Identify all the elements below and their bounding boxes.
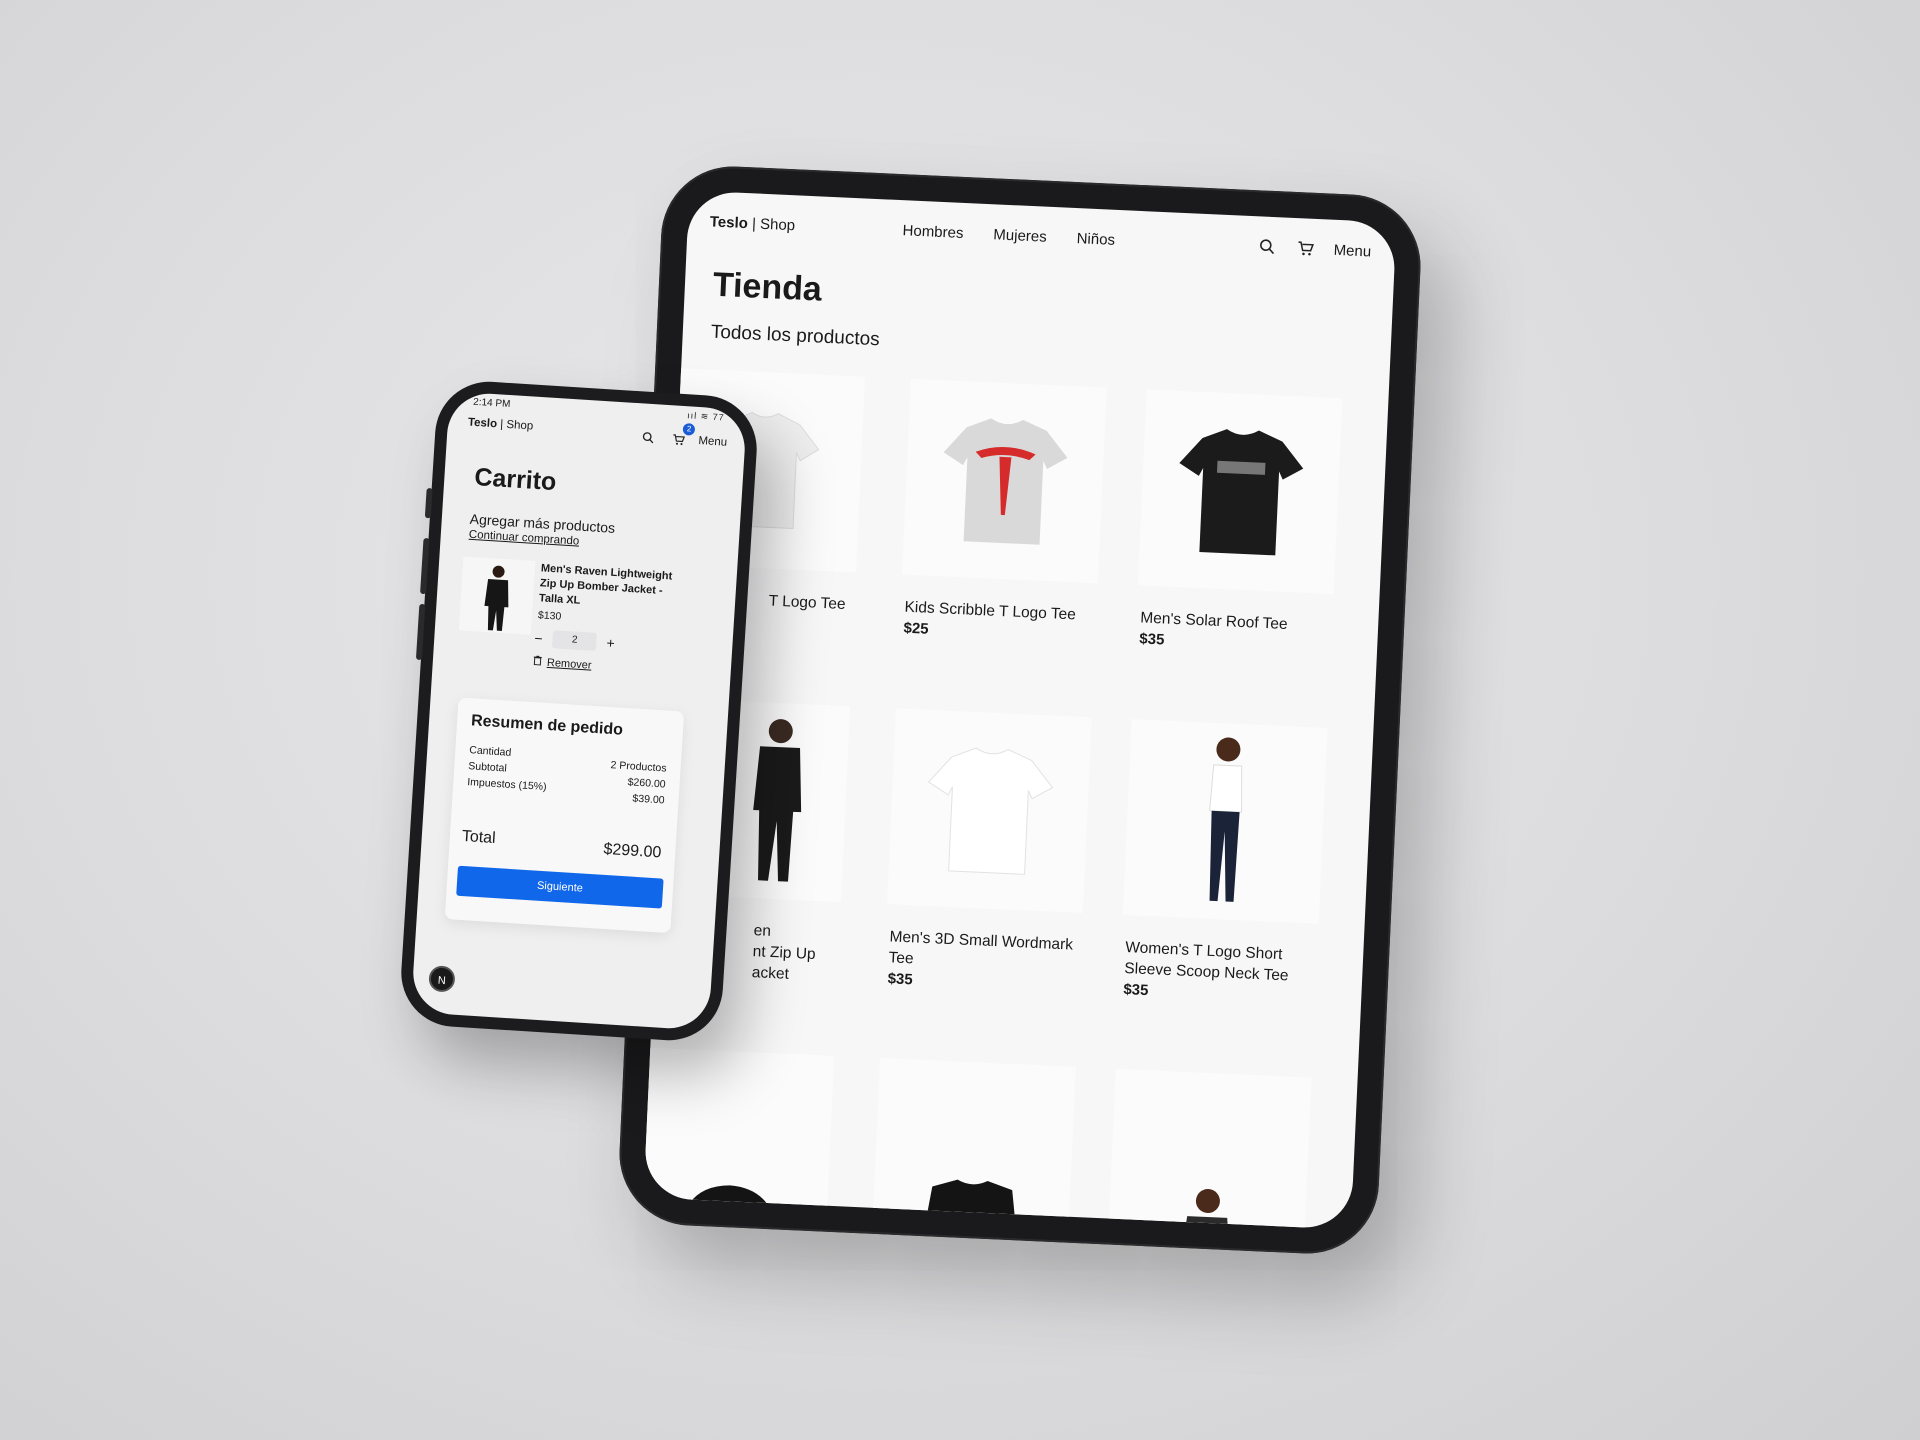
brand-suffix: | Shop — [747, 215, 796, 235]
product-name[interactable]: Men's 3D Small Wordmark Tee — [884, 926, 1082, 977]
svg-text:CYBRTRK: CYBRTRK — [948, 1215, 999, 1229]
product-image[interactable] — [887, 708, 1092, 914]
increase-quantity-button[interactable]: + — [606, 635, 615, 651]
product-image[interactable] — [1122, 719, 1328, 924]
tablet-screen: Teslo | Shop Hombres Mujeres Niños Menu … — [643, 190, 1397, 1230]
header-actions: Menu — [1257, 236, 1372, 261]
total-value: $299.00 — [602, 840, 662, 862]
menu-button[interactable]: Menu — [1333, 241, 1371, 260]
decrease-quantity-button[interactable]: − — [534, 630, 543, 646]
brand-suffix: | Shop — [496, 418, 534, 433]
product-image[interactable] — [902, 378, 1107, 584]
product-name[interactable]: Women's T Logo Short Sleeve Scoop Neck T… — [1120, 937, 1318, 988]
cart-icon[interactable]: 2 — [668, 422, 696, 450]
search-icon[interactable] — [638, 427, 659, 448]
search-icon[interactable] — [1257, 236, 1278, 257]
remove-item-link[interactable]: Remover — [547, 656, 592, 671]
page-subtitle: Todos los productos — [710, 321, 881, 351]
brand-name: Teslo — [709, 213, 749, 233]
cart-item-price: $130 — [537, 609, 562, 623]
menu-button[interactable]: Menu — [698, 435, 727, 449]
product-image[interactable] — [643, 1047, 835, 1230]
product-card[interactable]: Kids Scribble T Logo Tee $25 — [899, 378, 1107, 646]
cart-item-name[interactable]: Men's Raven Lightweight Zip Up Bomber Ja… — [538, 561, 691, 615]
product-image[interactable]: CYBRTRK — [871, 1058, 1076, 1230]
page-title: Tienda — [712, 265, 823, 309]
product-image[interactable] — [1137, 389, 1343, 595]
quantity-field[interactable]: 2 — [552, 630, 598, 651]
phone-volume-down — [415, 603, 426, 661]
summary-total: Total $299.00 — [461, 828, 662, 863]
nextjs-dev-badge[interactable]: N — [428, 965, 456, 993]
product-grid: T Logo Tee Kids Scribble T Logo Tee $25 … — [643, 367, 1388, 1230]
product-card[interactable]: Men's 3D Small Wordmark Tee $35 — [883, 708, 1092, 996]
phone-device: 2:14 PM ııl ≋ 77 Teslo | Shop 2 Menu Car… — [398, 378, 760, 1044]
status-indicators: ııl ≋ 77 — [686, 410, 726, 423]
brand-name: Teslo — [467, 416, 498, 431]
brand-logo[interactable]: Teslo | Shop — [468, 416, 534, 432]
main-nav: Hombres Mujeres Niños — [902, 222, 1115, 249]
product-card[interactable]: CYBRTRK — [871, 1058, 1076, 1230]
nav-hombres[interactable]: Hombres — [902, 222, 964, 242]
remove-item: Remover — [533, 655, 592, 672]
phone-screen: 2:14 PM ııl ≋ 77 Teslo | Shop 2 Menu Car… — [410, 391, 748, 1031]
brand-logo[interactable]: Teslo | Shop — [709, 213, 795, 234]
nav-ninos[interactable]: Niños — [1076, 230, 1115, 249]
header-actions: 2 Menu — [638, 422, 728, 453]
status-time: 2:14 PM — [472, 396, 511, 411]
cart-icon[interactable] — [1295, 238, 1316, 259]
cart-count-badge: 2 — [682, 422, 696, 436]
summary-title: Resumen de pedido — [470, 712, 624, 739]
nav-mujeres[interactable]: Mujeres — [993, 226, 1047, 245]
cart-item-image[interactable] — [458, 556, 536, 635]
order-summary: Resumen de pedido Cantidad 2 Productos S… — [444, 697, 685, 934]
total-label: Total — [461, 827, 497, 847]
product-card[interactable]: Women's T Logo Short Sleeve Scoop Neck T… — [1119, 719, 1328, 1007]
trash-icon[interactable] — [533, 655, 543, 669]
page-title: Carrito — [473, 463, 558, 497]
summary-value: $39.00 — [632, 792, 665, 807]
next-button[interactable]: Siguiente — [456, 865, 664, 909]
phone-side-button — [424, 487, 433, 519]
summary-label: Impuestos (15%) — [466, 776, 547, 794]
product-card[interactable]: Men's Solar Roof Tee $35 — [1135, 389, 1343, 656]
product-card[interactable] — [643, 1047, 835, 1230]
phone-volume-up — [420, 537, 430, 595]
quantity-stepper: − 2 + — [534, 629, 615, 652]
product-card[interactable] — [1106, 1068, 1312, 1230]
product-image[interactable] — [1106, 1068, 1312, 1230]
